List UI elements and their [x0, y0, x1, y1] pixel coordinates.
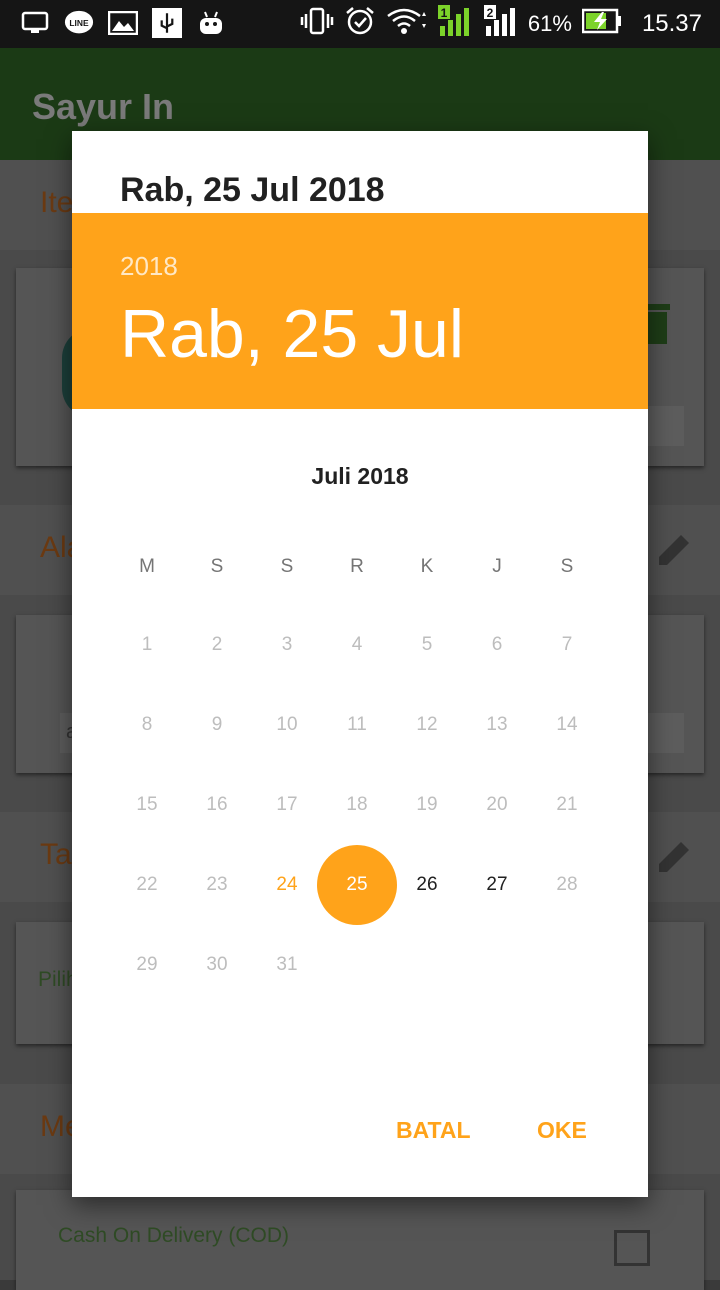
calendar-day-2: 2	[211, 634, 223, 655]
calendar-week-row: 15 16 17 18 19 20 21	[112, 765, 602, 845]
calendar-day-15: 15	[136, 794, 158, 815]
status-bar: LINE 1 2 61% 15.37	[0, 0, 720, 48]
weekday-label: M	[139, 556, 155, 577]
weekday-label: S	[280, 556, 294, 577]
calendar-day-22: 22	[136, 874, 158, 895]
weekday-label: J	[492, 556, 502, 577]
calendar-day-29: 29	[136, 954, 158, 975]
calendar-day-31: 31	[276, 954, 298, 975]
calendar-day-26[interactable]: 26	[392, 845, 462, 925]
payment-card: Cash On Delivery (COD)	[16, 1190, 704, 1290]
svg-text:LINE: LINE	[69, 18, 89, 28]
cancel-button[interactable]: BATAL	[396, 1117, 471, 1144]
weekday-label: R	[350, 556, 364, 577]
section-label: Ite	[40, 186, 74, 219]
calendar-day-12: 12	[416, 714, 438, 735]
weekday-label: S	[560, 556, 574, 577]
cast-icon	[20, 8, 50, 38]
dialog-actions: BATAL OKE	[72, 1087, 648, 1197]
signal-sim1-icon: 1	[436, 4, 472, 44]
calendar-day-30: 30	[206, 954, 228, 975]
calendar-day-16: 16	[206, 794, 228, 815]
vibrate-icon	[300, 6, 334, 42]
payment-checkbox[interactable]	[614, 1230, 650, 1266]
calendar-week-row: 8 9 10 11 12 13 14	[112, 685, 602, 765]
date-picker-dialog: Rab, 25 Jul 2018 2018 Rab, 25 Jul Juli 2…	[72, 131, 648, 1197]
weekday-label: S	[210, 556, 224, 577]
header-date[interactable]: Rab, 25 Jul	[120, 295, 464, 373]
calendar-day-27[interactable]: 27	[462, 845, 532, 925]
svg-text:1: 1	[441, 6, 448, 20]
usb-icon	[152, 8, 182, 38]
battery-percent: 61%	[527, 11, 572, 36]
weekday-row: M S S R K J S	[112, 556, 602, 578]
calendar-week-row: 22 23 24 25 26 27 28	[112, 845, 602, 925]
calendar-week-row: 1 2 3 4 5 6 7	[112, 605, 602, 685]
calendar-day-9: 9	[211, 714, 223, 735]
line-app-icon: LINE	[64, 8, 94, 38]
alarm-icon	[344, 5, 376, 43]
signal-sim2-icon: 2	[482, 4, 518, 44]
battery-charging-icon	[581, 8, 622, 40]
notification-icons: LINE	[20, 8, 226, 38]
calendar-day-6: 6	[491, 634, 503, 655]
calendar-grid: 1 2 3 4 5 6 7 8 9 10 11 12 13 14 15 16 17 18 19 20 21 22 23 24 2…	[112, 605, 602, 1005]
payment-option-label: Cash On Delivery (COD)	[58, 1224, 290, 1247]
clock: 15.37	[641, 10, 702, 37]
calendar-day-19: 19	[416, 794, 438, 815]
dialog-title-area: Rab, 25 Jul 2018	[72, 131, 648, 213]
calendar-day-7: 7	[561, 634, 573, 655]
calendar-day-5: 5	[421, 634, 433, 655]
calendar-day-25[interactable]: 25	[317, 845, 397, 925]
calendar-day-4: 4	[351, 634, 363, 655]
calendar-day-1: 1	[141, 634, 153, 655]
calendar-day-10: 10	[276, 714, 298, 735]
app-title: Sayur In	[32, 86, 175, 127]
calendar-day-13: 13	[486, 714, 508, 735]
calendar-week-row: 29 30 31	[112, 925, 602, 1005]
month-title: Juli 2018	[311, 463, 409, 489]
edit-icon[interactable]	[655, 836, 695, 876]
date-picker-header: 2018 Rab, 25 Jul	[72, 213, 648, 409]
calendar-day-14: 14	[556, 714, 578, 735]
calendar-day-17: 17	[276, 794, 298, 815]
calendar-day-18: 18	[346, 794, 368, 815]
wifi-icon	[386, 6, 426, 42]
weekday-label: K	[420, 556, 434, 577]
calendar-day-3: 3	[281, 634, 293, 655]
dialog-selected-date: Rab, 25 Jul 2018	[120, 171, 385, 209]
edit-icon[interactable]	[655, 529, 695, 569]
ok-button[interactable]: OKE	[537, 1117, 587, 1144]
svg-text:2: 2	[487, 6, 494, 20]
android-icon	[196, 8, 226, 38]
image-icon	[108, 8, 138, 38]
calendar-day-23: 23	[206, 874, 228, 895]
system-icons: 1 2 61% 15.37	[300, 5, 702, 43]
calendar-day-28: 28	[556, 874, 578, 895]
calendar-day-20: 20	[486, 794, 508, 815]
header-year[interactable]: 2018	[120, 251, 178, 282]
calendar-day-21: 21	[556, 794, 578, 815]
calendar-day-8: 8	[141, 714, 153, 735]
calendar-day-24: 24	[276, 874, 298, 895]
section-label: Ta	[40, 838, 72, 871]
calendar-day-11: 11	[347, 714, 367, 735]
